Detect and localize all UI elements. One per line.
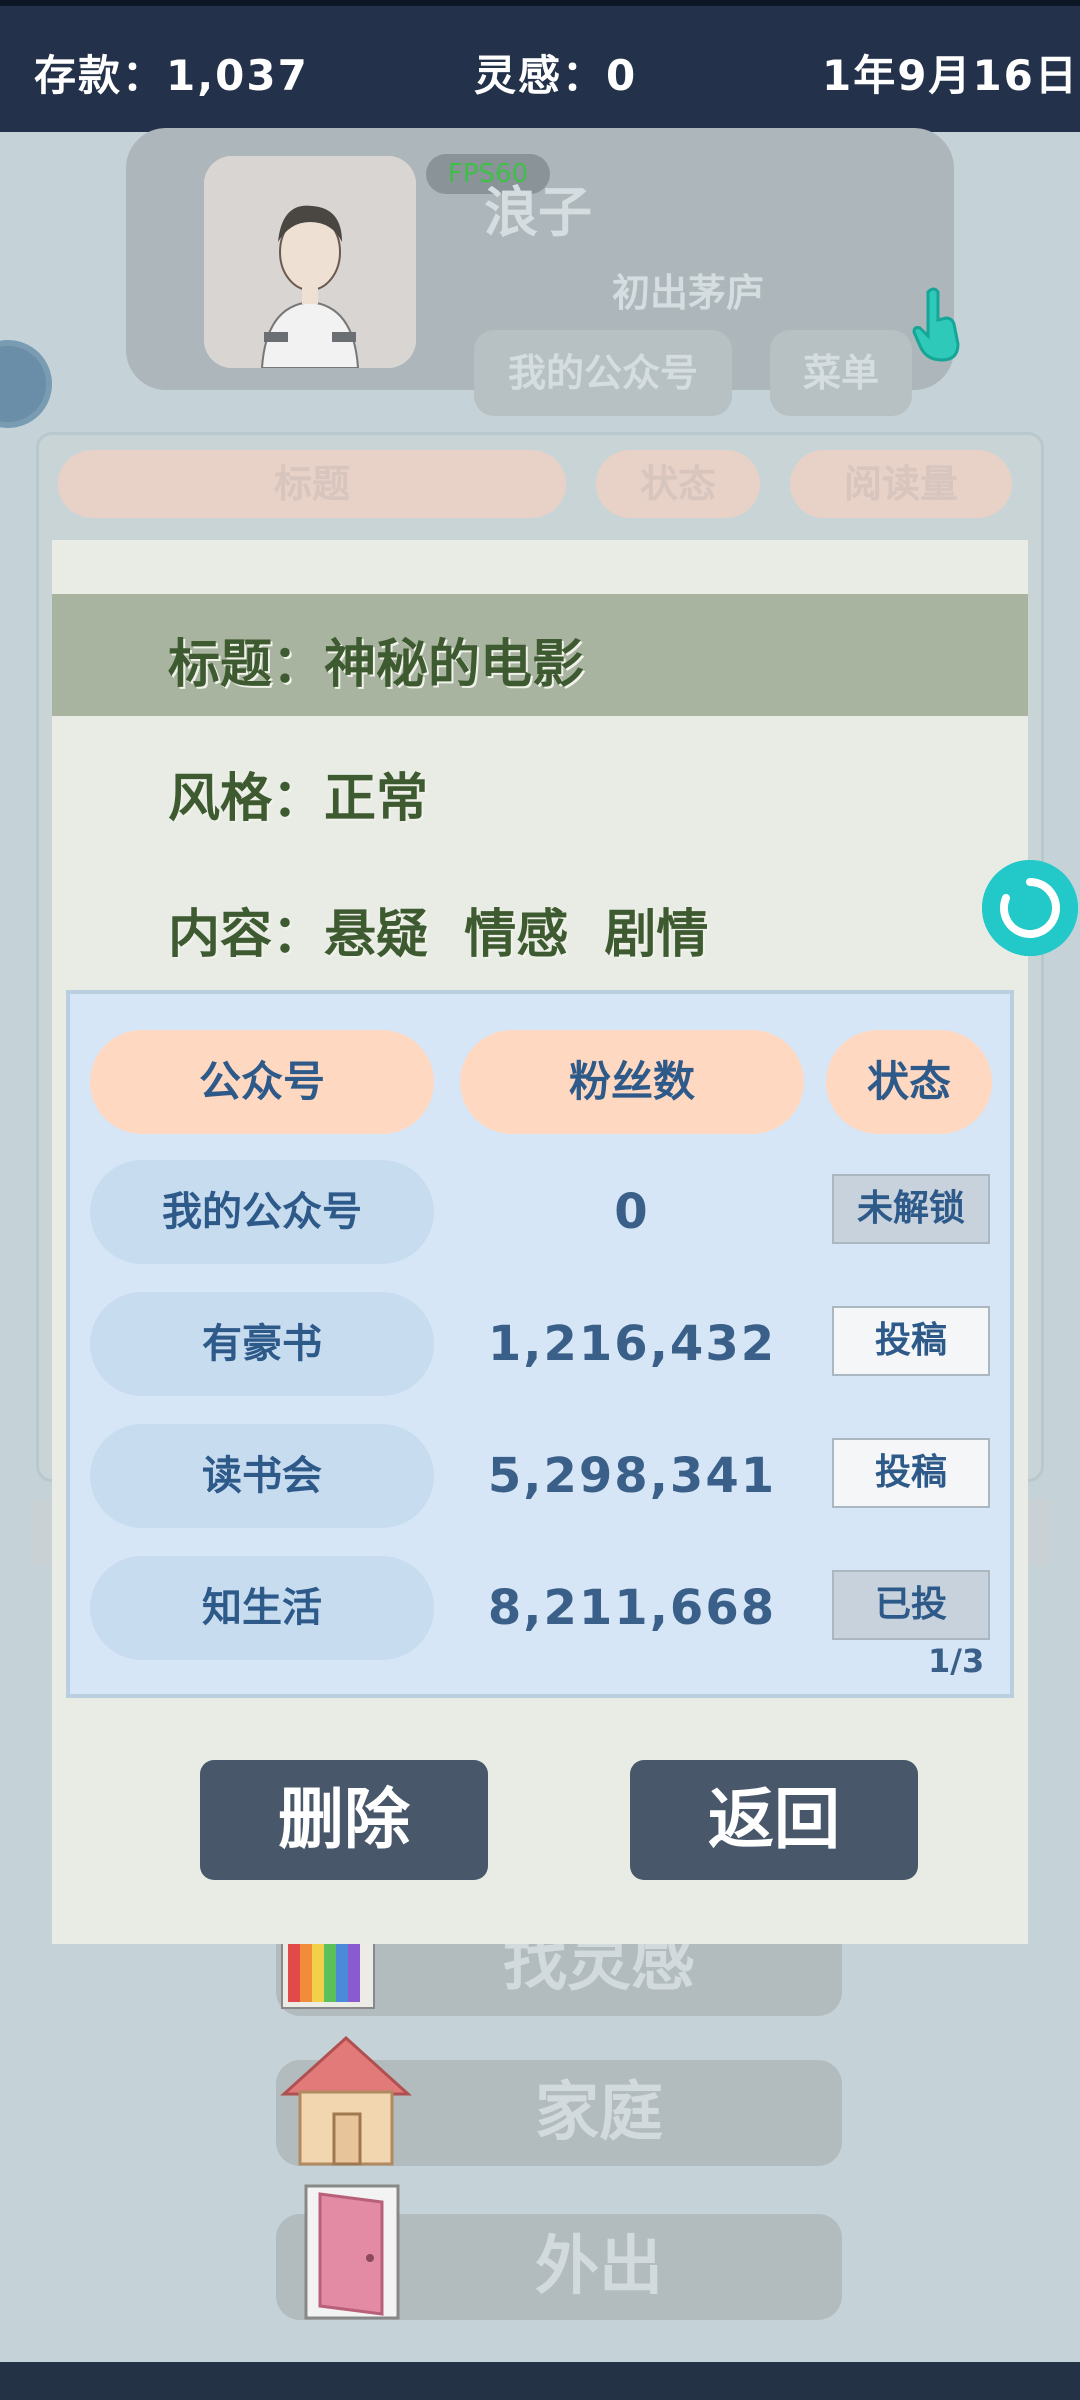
delete-button[interactable]: 删除 [200, 1760, 488, 1880]
article-content-tags: 内容：悬疑 情感 剧情 [168, 905, 709, 965]
submitted-status-button[interactable]: 已投 [832, 1570, 990, 1640]
menu-button: 菜单 [770, 330, 912, 416]
house-icon [278, 2032, 414, 2168]
submit-button-youhaoshu[interactable]: 投稿 [832, 1306, 990, 1376]
family-label: 家庭 [535, 2076, 663, 2150]
savings-stat: 存款：1,037 [34, 51, 309, 100]
player-avatar [204, 156, 416, 368]
article-style: 风格：正常 [168, 769, 429, 829]
bottom-nav-bar [0, 2362, 1080, 2400]
account-fans-youhaoshu: 1,216,432 [487, 1316, 777, 1372]
bg-header-title: 标题 [58, 450, 566, 518]
door-icon [300, 2182, 404, 2322]
account-name-youhaoshu: 有豪书 [90, 1292, 434, 1396]
submit-button-dushuhui[interactable]: 投稿 [832, 1438, 990, 1508]
refresh-floating-icon[interactable] [982, 860, 1078, 956]
back-button[interactable]: 返回 [630, 1760, 918, 1880]
player-name: 浪子 [484, 181, 592, 244]
account-name-my: 我的公众号 [90, 1160, 434, 1264]
header-account: 公众号 [90, 1030, 434, 1134]
player-rank: 初出茅庐 [612, 271, 765, 315]
go-out-label: 外出 [535, 2230, 663, 2304]
bg-header-reads: 阅读量 [790, 450, 1012, 518]
header-status: 状态 [826, 1030, 992, 1134]
header-fans: 粉丝数 [460, 1030, 804, 1134]
my-account-button: 我的公众号 [474, 330, 732, 416]
account-fans-zhishenghuo: 8,211,668 [487, 1580, 777, 1636]
tap-hand-icon [906, 284, 966, 364]
account-fans-my: 0 [614, 1184, 650, 1240]
game-date: 1年9月16日 [822, 51, 1079, 100]
bg-header-status: 状态 [596, 450, 760, 518]
account-fans-dushuhui: 5,298,341 [487, 1448, 777, 1504]
account-name-zhishenghuo: 知生活 [90, 1556, 434, 1660]
article-title: 标题：神秘的电影 [168, 635, 585, 695]
account-name-dushuhui: 读书会 [90, 1424, 434, 1528]
top-status-bar: 存款：1,037 灵感：0 1年9月16日 [0, 0, 1080, 132]
page-indicator: 1/3 [928, 1642, 985, 1680]
inspiration-stat: 灵感：0 [474, 51, 638, 100]
locked-status-button[interactable]: 未解锁 [832, 1174, 990, 1244]
